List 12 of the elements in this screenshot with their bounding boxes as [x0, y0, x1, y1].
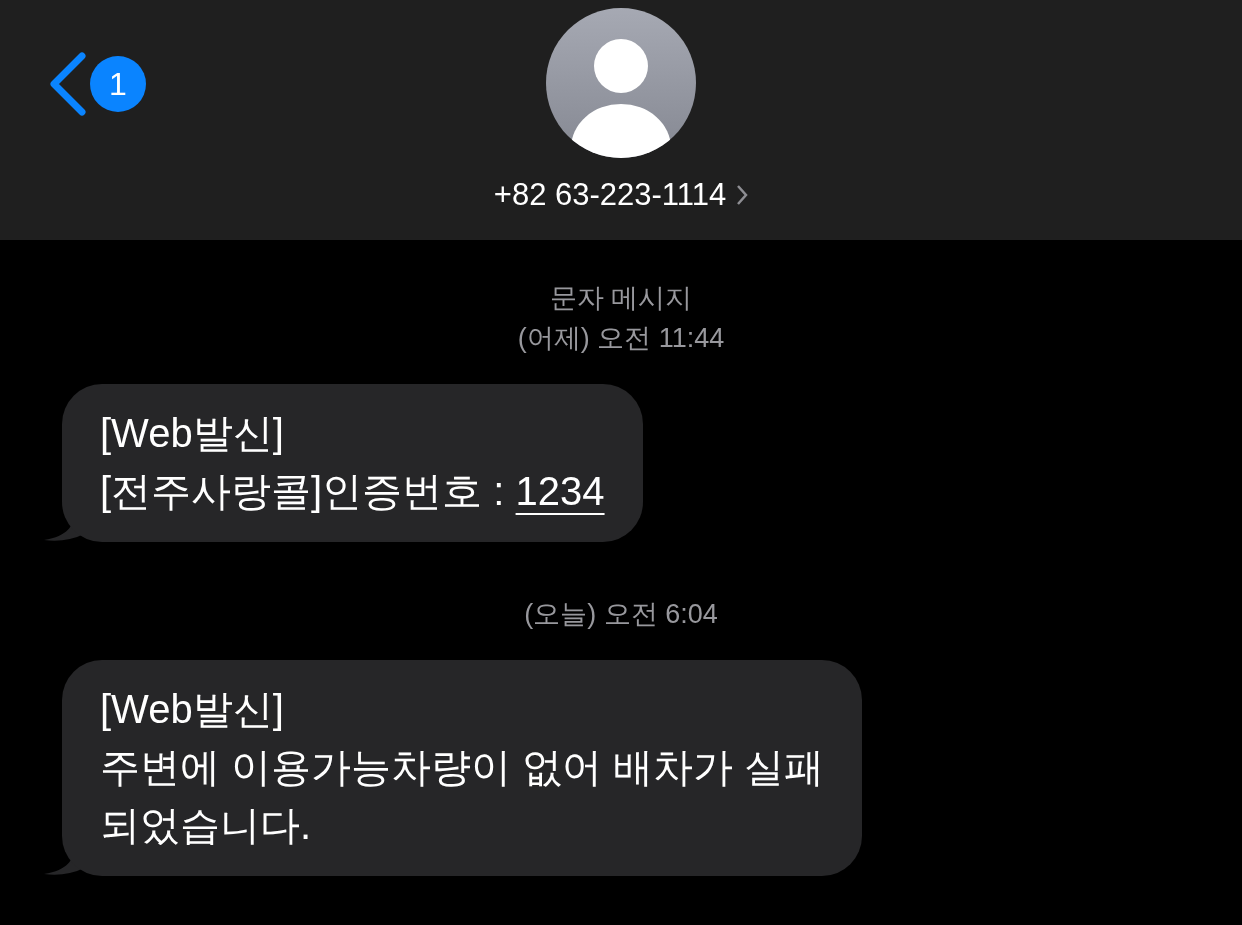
message-type-label: 문자 메시지 [549, 282, 693, 315]
avatar-icon[interactable] [546, 8, 696, 158]
chevron-right-icon [736, 184, 749, 207]
unread-badge: 1 [90, 56, 146, 112]
timestamp: (어제) 오전 11:44 [517, 322, 725, 355]
message-text: [Web발신] [전주사랑콜]인증번호 : 1234 [100, 410, 605, 515]
message-text: [Web발신] 주변에 이용가능차량이 없어 배차가 실패 되었습니다. [100, 686, 825, 849]
back-button[interactable]: 1 [48, 52, 146, 116]
code-link[interactable]: 1234 [515, 469, 605, 513]
chevron-left-icon [48, 52, 86, 116]
contact-name[interactable]: +82 63-223-1114 [493, 172, 749, 219]
timestamp: (오늘) 오전 6:04 [524, 598, 718, 631]
